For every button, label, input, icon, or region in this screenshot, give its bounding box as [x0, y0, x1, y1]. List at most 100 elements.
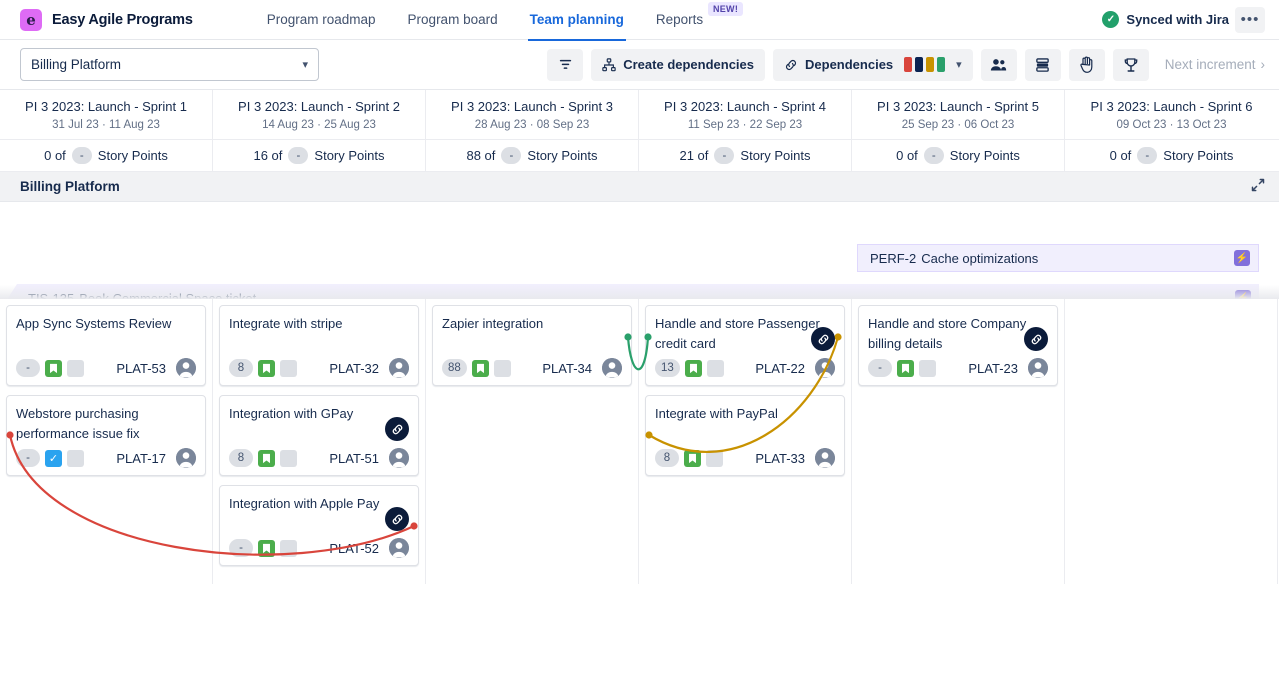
avatar[interactable]: [389, 538, 409, 558]
team-select[interactable]: Billing Platform ▾: [20, 48, 319, 81]
issue-card-plat-23[interactable]: Handle and store Company billing details…: [858, 305, 1058, 386]
story-type-icon: [45, 360, 62, 377]
sprint-dates: 28 Aug 23 · 08 Sep 23: [430, 119, 634, 131]
story-points-6[interactable]: 0 of - Story Points: [1065, 140, 1278, 171]
sprint-header-2[interactable]: PI 3 2023: Launch - Sprint 2 14 Aug 23 ·…: [213, 90, 426, 139]
avatar[interactable]: [176, 448, 196, 468]
issue-key: PLAT-53: [116, 361, 166, 376]
card-title: Handle and store Passenger credit card: [655, 314, 835, 354]
points-label: Story Points: [1163, 148, 1233, 163]
story-points-badge: 8: [655, 449, 679, 467]
team-select-value: Billing Platform: [31, 57, 121, 72]
sprint-header-row: PI 3 2023: Launch - Sprint 1 31 Jul 23 ·…: [0, 90, 1279, 140]
card-title: Zapier integration: [442, 314, 622, 354]
sprint-column-6: [1065, 299, 1278, 584]
avatar[interactable]: [389, 358, 409, 378]
story-points-badge: 13: [655, 359, 680, 377]
issue-card-plat-53[interactable]: App Sync Systems Review - PLAT-53: [6, 305, 206, 386]
epic-summary: Cache optimizations: [921, 251, 1038, 266]
issue-card-plat-34[interactable]: Zapier integration 88 PLAT-34: [432, 305, 632, 386]
story-points-badge: 8: [229, 359, 253, 377]
dependency-link-icon[interactable]: [385, 417, 409, 441]
capacity-pill: -: [288, 147, 308, 164]
issue-card-plat-33[interactable]: Integrate with PayPal 8 PLAT-33: [645, 395, 845, 476]
issue-card-plat-22[interactable]: Handle and store Passenger credit card 1…: [645, 305, 845, 386]
points-value: 16 of: [253, 148, 282, 163]
toolbar-actions: Create dependencies Dependencies ▾: [547, 49, 1265, 81]
collapse-icon[interactable]: [1251, 178, 1265, 195]
status-placeholder-icon: [280, 360, 297, 377]
points-value: 88 of: [466, 148, 495, 163]
avatar[interactable]: [1028, 358, 1048, 378]
issue-key: PLAT-22: [755, 361, 805, 376]
avatar[interactable]: [815, 448, 835, 468]
points-value: 21 of: [679, 148, 708, 163]
avatar[interactable]: [602, 358, 622, 378]
issue-card-plat-17[interactable]: Webstore purchasing performance issue fi…: [6, 395, 206, 476]
sprint-title: PI 3 2023: Launch - Sprint 1: [4, 99, 208, 114]
sprint-header-6[interactable]: PI 3 2023: Launch - Sprint 6 09 Oct 23 ·…: [1065, 90, 1278, 139]
create-dependencies-button[interactable]: Create dependencies: [591, 49, 765, 81]
stack-button[interactable]: [1025, 49, 1061, 81]
sprint-title: PI 3 2023: Launch - Sprint 6: [1069, 99, 1274, 114]
epic-bar-perf-2[interactable]: PERF-2 Cache optimizations ⚡: [857, 244, 1259, 272]
issue-card-plat-32[interactable]: Integrate with stripe 8 PLAT-32: [219, 305, 419, 386]
epic-bars-area: PERF-2 Cache optimizations ⚡ TIS-135 Boo…: [0, 202, 1279, 299]
brand-name: Easy Agile Programs: [52, 12, 193, 28]
sprint-title: PI 3 2023: Launch - Sprint 5: [856, 99, 1060, 114]
tab-label: Program board: [408, 12, 498, 27]
story-points-3[interactable]: 88 of - Story Points: [426, 140, 639, 171]
epic-lightning-icon: ⚡: [1234, 250, 1250, 266]
story-points-4[interactable]: 21 of - Story Points: [639, 140, 852, 171]
sprint-header-1[interactable]: PI 3 2023: Launch - Sprint 1 31 Jul 23 ·…: [0, 90, 213, 139]
check-icon: ✓: [1102, 11, 1119, 28]
tab-reports[interactable]: Reports NEW!: [640, 0, 719, 40]
dependency-link-icon[interactable]: [385, 507, 409, 531]
avatar[interactable]: [176, 358, 196, 378]
next-increment-button[interactable]: Next increment ›: [1157, 57, 1265, 72]
new-badge: NEW!: [708, 2, 743, 16]
trophy-icon: [1123, 57, 1139, 73]
sprint-header-4[interactable]: PI 3 2023: Launch - Sprint 4 11 Sep 23 ·…: [639, 90, 852, 139]
sprint-header-5[interactable]: PI 3 2023: Launch - Sprint 5 25 Sep 23 ·…: [852, 90, 1065, 139]
filter-button[interactable]: [547, 49, 583, 81]
dependency-link-icon[interactable]: [811, 327, 835, 351]
more-options-button[interactable]: •••: [1235, 7, 1265, 33]
swimlane-title: Billing Platform: [20, 179, 120, 194]
story-points-5[interactable]: 0 of - Story Points: [852, 140, 1065, 171]
card-title: Integrate with stripe: [229, 314, 409, 354]
sprint-column-2: Integrate with stripe 8 PLAT-32 Integrat…: [213, 299, 426, 584]
capacity-pill: -: [714, 147, 734, 164]
story-points-badge: 8: [229, 449, 253, 467]
dependency-swatch-gold: [926, 57, 934, 72]
tab-program-board[interactable]: Program board: [392, 0, 514, 40]
dependency-link-icon[interactable]: [1024, 327, 1048, 351]
status-placeholder-icon: [67, 360, 84, 377]
avatar[interactable]: [389, 448, 409, 468]
issue-card-plat-51[interactable]: Integration with GPay 8 PLAT-51: [219, 395, 419, 476]
chevron-down-icon: ▾: [302, 58, 308, 71]
sync-status[interactable]: ✓ Synced with Jira: [1102, 11, 1229, 28]
link-icon: [784, 58, 798, 72]
dependencies-button[interactable]: Dependencies ▾: [773, 49, 973, 81]
swimlane-header: Billing Platform: [0, 172, 1279, 202]
sprint-column-5: Handle and store Company billing details…: [852, 299, 1065, 584]
tab-team-planning[interactable]: Team planning: [514, 0, 640, 40]
status-placeholder-icon: [280, 540, 297, 557]
sprint-header-3[interactable]: PI 3 2023: Launch - Sprint 3 28 Aug 23 ·…: [426, 90, 639, 139]
story-points-2[interactable]: 16 of - Story Points: [213, 140, 426, 171]
story-type-icon: [258, 450, 275, 467]
nav-right: ✓ Synced with Jira •••: [1102, 7, 1279, 33]
issue-card-plat-52[interactable]: Integration with Apple Pay - PLAT-52: [219, 485, 419, 566]
story-points-1[interactable]: 0 of - Story Points: [0, 140, 213, 171]
avatar[interactable]: [815, 358, 835, 378]
status-placeholder-icon: [494, 360, 511, 377]
status-placeholder-icon: [67, 450, 84, 467]
people-button[interactable]: [981, 49, 1017, 81]
stack-icon: [1035, 57, 1050, 73]
trophy-button[interactable]: [1113, 49, 1149, 81]
card-title: Integration with GPay: [229, 404, 409, 444]
capacity-pill: -: [924, 147, 944, 164]
hand-button[interactable]: [1069, 49, 1105, 81]
tab-program-roadmap[interactable]: Program roadmap: [251, 0, 392, 40]
